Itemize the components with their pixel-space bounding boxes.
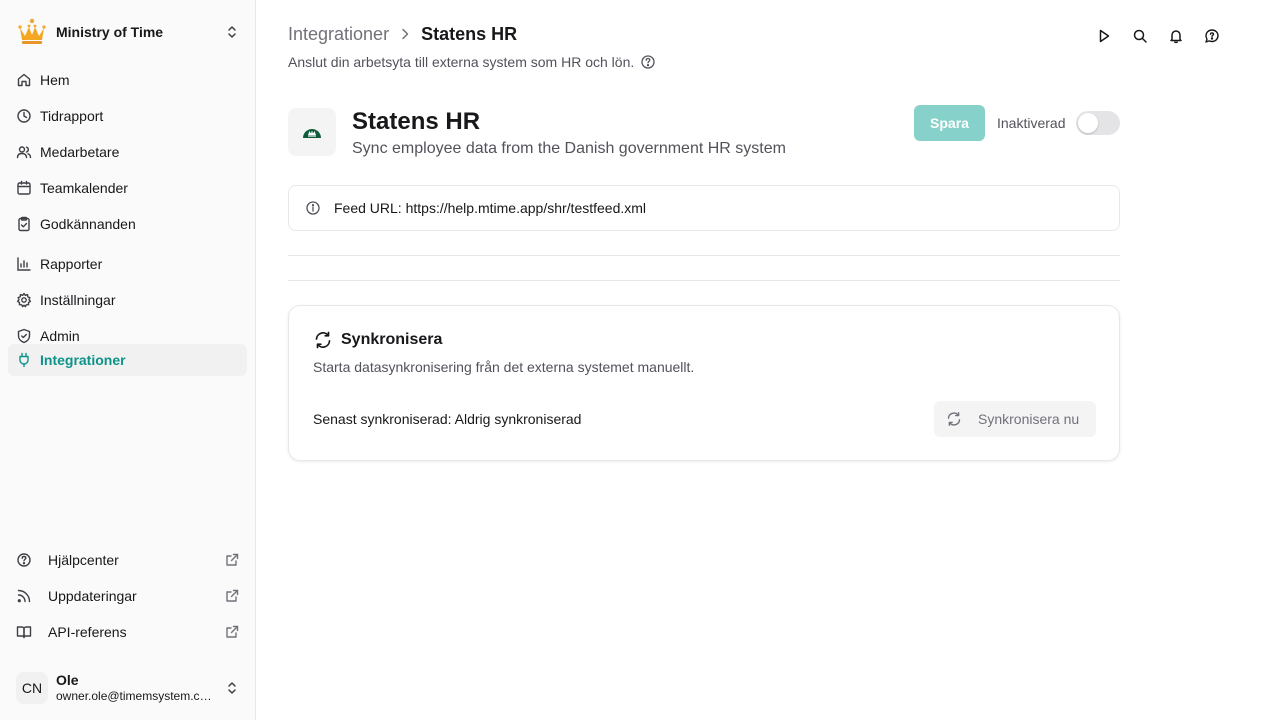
sidebar-item-label: Rapporter [40,256,103,272]
calendar-icon [16,180,32,196]
user-email: owner.ole@timemsystem.com [56,689,212,703]
sidebar-item-teamkalender[interactable]: Teamkalender [8,172,247,204]
chart-icon [16,256,32,272]
sidebar-item-label: Godkännanden [40,216,136,232]
page-subtitle: Anslut din arbetsyta till externa system… [288,54,656,70]
updates-link[interactable]: Uppdateringar [8,580,248,612]
divider [288,255,1120,256]
external-link-icon [224,624,240,640]
sidebar-item-installningar[interactable]: Inställningar [8,284,247,316]
chat-help-icon[interactable] [1200,26,1224,46]
book-icon [16,624,32,640]
help-circle-icon [16,552,32,568]
integration-header: Statens HR Sync employee data from the D… [288,105,1120,168]
breadcrumb-parent[interactable]: Integrationer [288,24,389,45]
sync-description: Starta datasynkronisering från det exter… [313,359,695,375]
sidebar-item-label: Teamkalender [40,180,128,196]
sync-card-title: Synkronisera [313,330,442,350]
top-toolbar [1092,26,1236,46]
user-name: Ole [56,672,79,688]
divider [288,280,1120,281]
sync-title-text: Synkronisera [341,331,443,348]
feed-url-info: Feed URL: https://help.mtime.app/shr/tes… [288,185,1120,231]
bell-icon[interactable] [1164,26,1188,46]
search-icon[interactable] [1128,26,1152,46]
sidebar-item-medarbetare[interactable]: Medarbetare [8,136,247,168]
breadcrumb: Integrationer Statens HR [288,22,517,46]
play-icon[interactable] [1092,26,1116,46]
sidebar-item-rapporter[interactable]: Rapporter [8,248,247,280]
api-reference-label: API-referens [48,624,127,640]
user-menu[interactable]: CN Ole owner.ole@timemsystem.com [8,664,248,712]
sidebar: Ministry of Time Hem Tidrapport Medarbet… [0,0,256,720]
workspace-switcher[interactable]: Ministry of Time [8,12,248,52]
last-synced-text: Senast synkroniserad: Aldrig synkroniser… [313,411,582,427]
save-button[interactable]: Spara [914,105,985,141]
crown-icon [16,16,48,48]
integration-title: Statens HR [352,108,481,135]
clipboard-check-icon [16,216,32,232]
chevrons-up-down-icon [224,24,240,40]
users-icon [16,144,32,160]
user-meta: Ole owner.ole@timemsystem.com [56,672,224,704]
sidebar-item-label: Admin [40,328,80,344]
sidebar-item-label: Inställningar [40,292,116,308]
breadcrumb-current: Statens HR [421,23,518,44]
feed-url-text: Feed URL: https://help.mtime.app/shr/tes… [334,200,647,216]
statens-hr-logo [288,108,336,156]
status-label: Inaktiverad [997,115,1066,131]
sidebar-item-label: Tidrapport [40,108,104,124]
external-link-icon [224,552,240,568]
sync-now-label: Synkronisera nu [978,411,1080,427]
info-icon [305,200,321,216]
sidebar-item-label: Integrationer [40,352,126,368]
help-center-label: Hjälpcenter [48,552,119,568]
sidebar-item-label: Medarbetare [40,144,120,160]
sidebar-item-label: Hem [40,72,70,88]
sidebar-item-integrationer[interactable]: Integrationer [8,344,247,376]
external-link-icon [224,588,240,604]
help-center-link[interactable]: Hjälpcenter [8,544,248,576]
updates-label: Uppdateringar [48,588,137,604]
integration-description: Sync employee data from the Danish gover… [352,140,786,157]
help-circle-icon[interactable] [640,54,656,70]
plug-icon [16,352,32,368]
page-subtitle-text: Anslut din arbetsyta till externa system… [288,54,635,70]
shield-icon [16,328,32,344]
sync-card: Synkronisera Starta datasynkronisering f… [288,305,1120,461]
home-icon [16,72,32,88]
sync-now-button[interactable]: Synkronisera nu [934,401,1096,437]
refresh-icon [946,411,962,427]
sidebar-item-tidrapport[interactable]: Tidrapport [8,100,247,132]
sidebar-item-hem[interactable]: Hem [8,64,247,96]
api-reference-link[interactable]: API-referens [8,616,248,648]
rss-icon [16,588,32,604]
sidebar-item-godkannanden[interactable]: Godkännanden [8,208,247,240]
gear-icon [16,292,32,308]
toggle-knob [1078,113,1098,133]
refresh-icon [313,330,333,350]
enable-toggle[interactable] [1076,111,1120,135]
chevron-right-icon [397,26,413,42]
workspace-name: Ministry of Time [56,24,164,40]
chevrons-up-down-icon [224,680,240,696]
clock-icon [16,108,32,124]
avatar: CN [16,672,48,704]
